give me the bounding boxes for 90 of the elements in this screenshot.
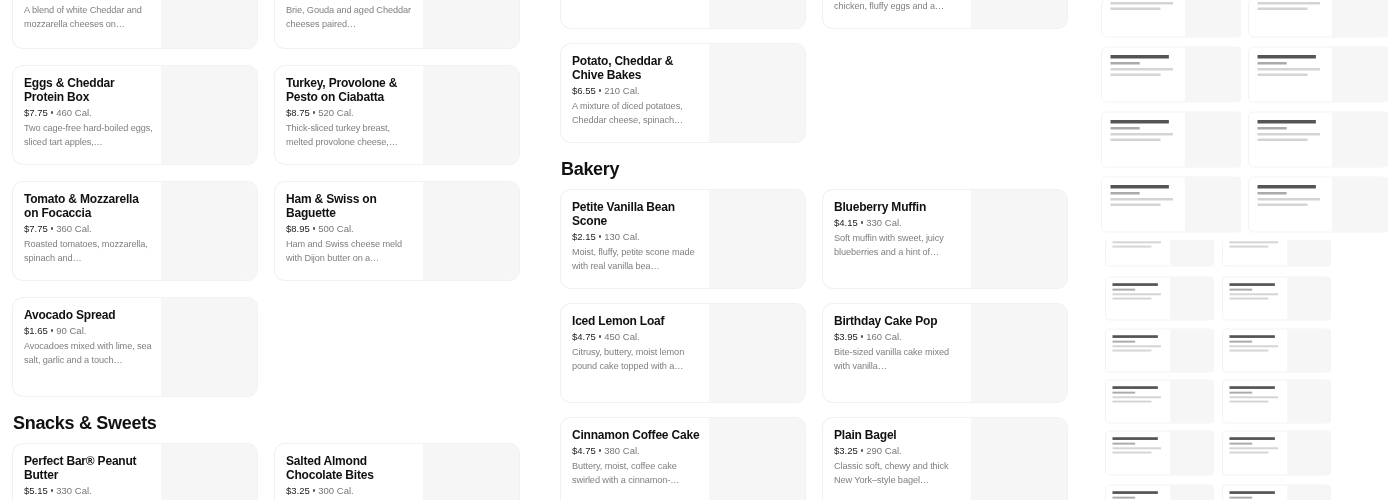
price-text: $5.15 (24, 484, 48, 497)
item-name: Eggs & Cheddar Protein Box (24, 76, 116, 104)
menu-card[interactable]: Birthday Cake Pop $3.95 160 Cal. Bite-sized vanilla cake mixed with vanilla… (823, 304, 1067, 402)
item-description: Roasted tomatoes, mozzarella, spinach and… (24, 238, 149, 265)
item-description: Two cage-free hard-boiled eggs, sliced tart apples,… (24, 122, 154, 149)
price-text: $8.75 (286, 106, 310, 119)
item-name: Potato, Cheddar & Chive Bakes (572, 54, 675, 82)
calorie-text: 210 Cal. (604, 84, 640, 97)
price-text: $3.25 (834, 444, 858, 457)
separator-dot (598, 335, 602, 338)
item-name: Tomato & Mozzarella on Focaccia (24, 192, 140, 220)
menu-card[interactable]: Salted Almond Chocolate Bites $3.25 300 Cal. (275, 444, 519, 500)
price-text: $3.25 (286, 484, 310, 497)
price-text: $3.95 (834, 330, 858, 343)
price-text: $6.55 (572, 84, 596, 97)
menu-card[interactable]: Brie, Gouda and aged Cheddar cheeses paired… (275, 0, 519, 48)
item-name: Avocado Spread (24, 308, 116, 322)
separator-dot (598, 235, 602, 238)
item-description: Classic soft, chewy and thick New York–style bagel… (834, 460, 950, 487)
calorie-text: 90 Cal. (56, 324, 87, 337)
item-description: Avocadoes mixed with lime, sea salt, garlic and a touch… (24, 340, 153, 367)
calorie-text: 360 Cal. (56, 222, 92, 235)
menu-card[interactable]: Tomato & Mozzarella on Focaccia $7.75 360 Cal. Roasted tomatoes, mozzarella, spinach and… (13, 182, 257, 280)
calorie-text: 450 Cal. (604, 330, 640, 343)
section-heading: Bakery (561, 158, 621, 180)
item-description: A blend of white Cheddar and mozzarella cheeses on… (24, 4, 143, 31)
separator-dot (860, 335, 864, 338)
menu-card[interactable]: Plain Bagel $3.25 290 Cal. Classic soft, chewy and thick New York–style bagel… (823, 418, 1067, 500)
calorie-text: 500 Cal. (318, 222, 354, 235)
calorie-text: 520 Cal. (318, 106, 354, 119)
menu-card[interactable]: Iced Lemon Loaf $4.75 450 Cal. Citrusy, buttery, moist lemon pound cake topped with a… (561, 304, 805, 402)
item-name: Iced Lemon Loaf (572, 314, 665, 328)
item-name: Petite Vanilla Bean Scone (572, 200, 676, 228)
item-description: chicken, fluffy eggs and a… (834, 0, 944, 13)
item-description: Brie, Gouda and aged Cheddar cheeses paired… (286, 4, 412, 31)
menu-card[interactable]: Eggs & Cheddar Protein Box $7.75 460 Cal. Two cage-free hard-boiled eggs, sliced tart apples,… (13, 66, 257, 164)
menu-card[interactable]: Blueberry Muffin $4.15 330 Cal. Soft muffin with sweet, juicy blueberries and a hint of… (823, 190, 1067, 288)
item-description: Citrusy, buttery, moist lemon pound cake topped with a… (572, 346, 686, 373)
price-text: $7.75 (24, 106, 48, 119)
price-text: $1.65 (24, 324, 48, 337)
item-name: Salted Almond Chocolate Bites (286, 454, 375, 482)
menu-card[interactable]: Cinnamon Coffee Cake $4.75 380 Cal. Buttery, moist, coffee cake swirled with a cinnamon-… (561, 418, 805, 500)
separator-dot (860, 221, 864, 224)
item-description: Thick-sliced turkey breast, melted provolone cheese,… (286, 122, 399, 149)
menu-card[interactable]: Potato, Cheddar & Chive Bakes $6.55 210 Cal. A mixture of diced potatoes, Cheddar cheese, spinach… (561, 44, 805, 142)
separator-dot (860, 449, 864, 452)
item-name: Cinnamon Coffee Cake (572, 428, 700, 442)
calorie-text: 330 Cal. (866, 216, 902, 229)
separator-dot (598, 89, 602, 92)
calorie-text: 290 Cal. (866, 444, 902, 457)
menu-card[interactable]: Ham & Swiss on Baguette $8.95 500 Cal. Ham and Swiss cheese meld with Dijon butter on a… (275, 182, 519, 280)
menu-card[interactable]: A blend of white Cheddar and mozzarella cheeses on… (13, 0, 257, 48)
price-text: $4.75 (572, 444, 596, 457)
separator-dot (50, 111, 54, 114)
separator-dot (598, 449, 602, 452)
section-heading: Snacks & Sweets (13, 412, 158, 434)
price-text: $4.75 (572, 330, 596, 343)
menu-card[interactable]: Avocado Spread $1.65 90 Cal. Avocadoes mixed with lime, sea salt, garlic and a touch… (13, 298, 257, 396)
item-description: Ham and Swiss cheese meld with Dijon butter on a… (286, 238, 403, 265)
menu-card[interactable]: Perfect Bar® Peanut Butter $5.15 330 Cal. (13, 444, 257, 500)
calorie-text: 160 Cal. (866, 330, 902, 343)
separator-dot (50, 227, 54, 230)
menu-card[interactable]: Petite Vanilla Bean Scone $2.15 130 Cal. Moist, fluffy, petite scone made with real vanilla bea… (561, 190, 805, 288)
item-name: Ham & Swiss on Baguette (286, 192, 378, 220)
item-description: Soft muffin with sweet, juicy blueberries and a hint of… (834, 232, 945, 259)
separator-dot (312, 111, 316, 114)
item-description: A mixture of diced potatoes, Cheddar cheese, spinach… (572, 100, 684, 127)
separator-dot (312, 489, 316, 492)
item-description: Moist, fluffy, petite scone made with real vanilla bea… (572, 246, 696, 273)
item-name: Plain Bagel (834, 428, 897, 442)
calorie-text: 300 Cal. (318, 484, 354, 497)
price-text: $8.95 (286, 222, 310, 235)
item-name: Perfect Bar® Peanut Butter (24, 454, 138, 482)
item-name: Birthday Cake Pop (834, 314, 938, 328)
calorie-text: 460 Cal. (56, 106, 92, 119)
separator-dot (50, 489, 54, 492)
menu-card[interactable]: Turkey, Provolone & Pesto on Ciabatta $8.75 520 Cal. Thick-sliced turkey breast, melted provolone cheese,… (275, 66, 519, 164)
price-text: $7.75 (24, 222, 48, 235)
calorie-text: 130 Cal. (604, 230, 640, 243)
item-name: Blueberry Muffin (834, 200, 927, 214)
item-name: Turkey, Provolone & Pesto on Ciabatta (286, 76, 399, 104)
calorie-text: 330 Cal. (56, 484, 92, 497)
menu-card[interactable]: chicken, fluffy eggs and a… (823, 0, 1067, 28)
separator-dot (50, 329, 54, 332)
calorie-text: 380 Cal. (604, 444, 640, 457)
price-text: $2.15 (572, 230, 596, 243)
item-description: Bite-sized vanilla cake mixed with vanilla… (834, 346, 951, 373)
separator-dot (312, 227, 316, 230)
item-description: Buttery, moist, coffee cake swirled with a cinnamon-… (572, 460, 681, 487)
price-text: $4.15 (834, 216, 858, 229)
